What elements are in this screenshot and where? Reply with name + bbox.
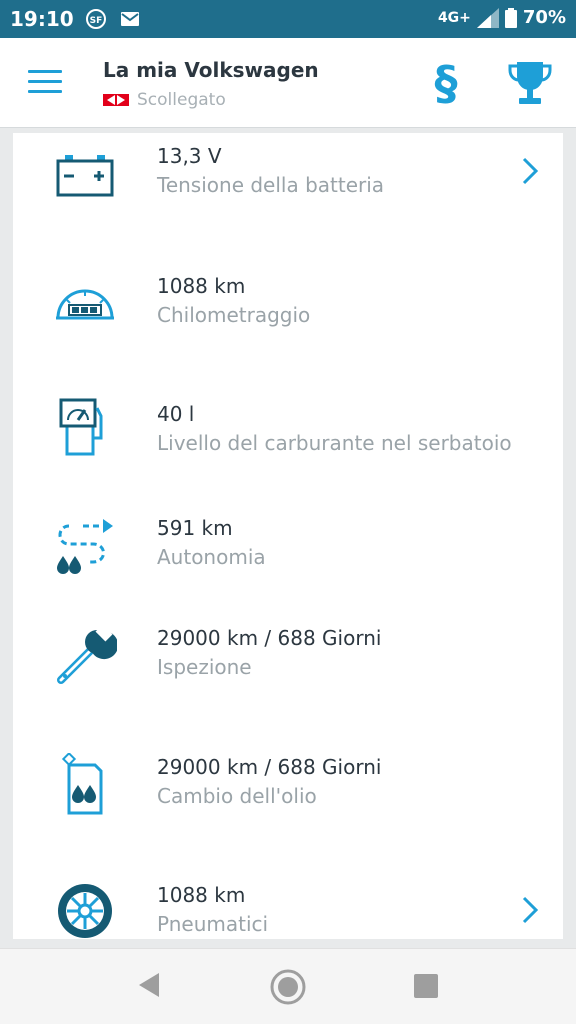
fuel-value: 40 l	[157, 402, 195, 426]
sim-icon: SF	[86, 9, 106, 29]
list-item-battery[interactable]: 13,3 V Tensione della batteria	[13, 133, 563, 238]
tires-label: Pneumatici	[157, 912, 269, 936]
range-label: Autonomia	[157, 545, 266, 569]
mail-icon	[121, 12, 139, 26]
signal-icon	[476, 7, 499, 28]
back-icon[interactable]	[137, 971, 161, 999]
system-nav-bar	[0, 948, 576, 1024]
status-right: 4G+ 70%	[438, 7, 566, 28]
app-header: La mia Volkswagen Scollegato §	[0, 38, 576, 128]
oil-change-label: Cambio dell'olio	[157, 784, 317, 808]
inspection-label: Ispezione	[157, 655, 252, 679]
odometer-label: Chilometraggio	[157, 303, 311, 327]
list-item-odometer: 1088 km Chilometraggio	[13, 258, 563, 368]
battery-value: 13,3 V	[157, 144, 222, 168]
vehicle-status-list: 13,3 V Tensione della batteria 1088 km C…	[13, 133, 563, 939]
list-item-range: 591 km Autonomia	[13, 500, 563, 610]
recent-apps-icon[interactable]	[414, 974, 438, 998]
oil-can-icon	[61, 753, 103, 815]
connection-label: Scollegato	[137, 90, 226, 110]
battery-icon	[56, 155, 114, 197]
list-item-oil-change: 29000 km / 688 Giorni Cambio dell'olio	[13, 739, 563, 849]
network-type: 4G+	[437, 9, 471, 26]
svg-text:SF: SF	[90, 16, 103, 26]
battery-percent: 70%	[522, 7, 566, 28]
inspection-value: 29000 km / 688 Giorni	[157, 626, 382, 650]
tires-value: 1088 km	[157, 883, 246, 907]
oil-change-value: 29000 km / 688 Giorni	[157, 755, 382, 779]
range-value: 591 km	[157, 516, 233, 540]
fuel-pump-icon	[59, 398, 103, 456]
connection-status: Scollegato	[103, 90, 226, 110]
odometer-value: 1088 km	[157, 274, 246, 298]
list-item-inspection: 29000 km / 688 Giorni Ispezione	[13, 610, 563, 720]
range-icon	[57, 519, 113, 574]
paragraph-icon[interactable]: §	[428, 58, 464, 108]
chevron-right-icon[interactable]	[521, 895, 539, 925]
odometer-icon	[56, 289, 114, 320]
chevron-right-icon[interactable]	[521, 156, 539, 186]
page-title: La mia Volkswagen	[103, 58, 319, 82]
home-icon[interactable]	[270, 969, 306, 1005]
fuel-label: Livello del carburante nel serbatoio	[157, 431, 512, 455]
battery-label: Tensione della batteria	[157, 173, 385, 197]
disconnected-icon	[103, 94, 129, 106]
status-bar: 19:10 SF 4G+ 70%	[0, 0, 576, 38]
status-time: 19:10	[10, 7, 74, 31]
battery-status-icon	[504, 7, 517, 28]
menu-icon[interactable]	[28, 70, 62, 96]
wrench-icon	[57, 624, 117, 684]
list-item-tires[interactable]: 1088 km Pneumatici	[13, 867, 563, 939]
list-item-fuel: 40 l Livello del carburante nel serbatoi…	[13, 386, 563, 496]
trophy-icon[interactable]	[508, 60, 552, 106]
tire-icon	[58, 884, 112, 938]
